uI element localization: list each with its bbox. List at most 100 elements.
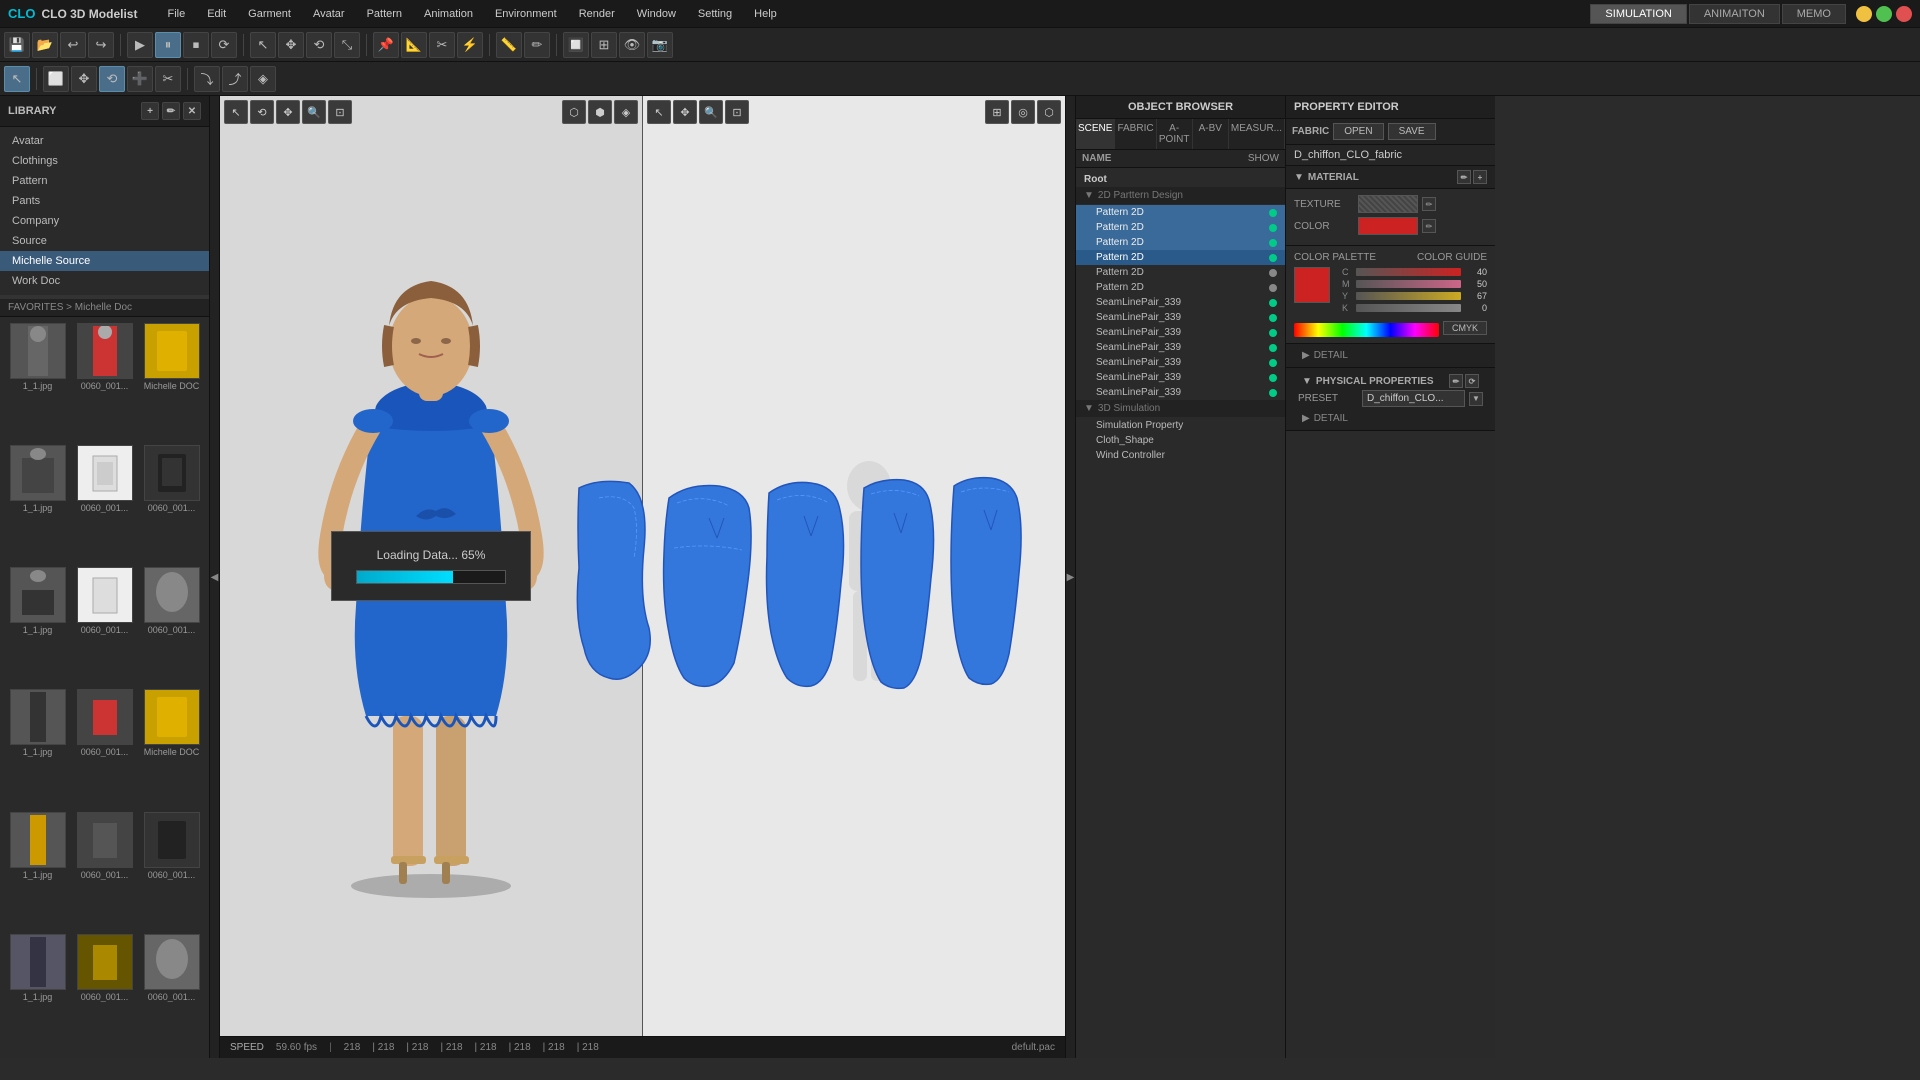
library-edit-btn[interactable]: ✏ <box>162 102 180 120</box>
tree-seam-4[interactable]: SeamLinePair_339 <box>1076 340 1285 355</box>
menu-garment[interactable]: Garment <box>238 4 301 24</box>
material-add-icon[interactable]: + <box>1473 170 1487 184</box>
list-item[interactable]: 1_1.jpg <box>6 934 69 1052</box>
lib-avatar[interactable]: Avatar <box>0 131 209 151</box>
scale-btn[interactable]: ⤡ <box>334 32 360 58</box>
view2d-zoom-btn[interactable]: 🔍 <box>699 100 723 124</box>
pin-btn[interactable]: 📌 <box>373 32 399 58</box>
camera-btn[interactable]: 📷 <box>647 32 673 58</box>
open-btn[interactable]: 📂 <box>32 32 58 58</box>
tree-section-2d[interactable]: ▼ 2D Parttern Design <box>1076 187 1285 205</box>
save-btn[interactable]: 💾 <box>4 32 30 58</box>
tree-section-3d[interactable]: ▼ 3D Simulation <box>1076 400 1285 418</box>
pattern-dart-btn[interactable]: ◈ <box>250 66 276 92</box>
list-item[interactable]: 1_1.jpg <box>6 445 69 563</box>
menu-pattern[interactable]: Pattern <box>357 4 412 24</box>
menu-window[interactable]: Window <box>627 4 686 24</box>
phys-detail-section[interactable]: ▶ DETAIL <box>1294 411 1487 426</box>
view2d-snap-btn[interactable]: ◎ <box>1011 100 1035 124</box>
grid-btn[interactable]: ⊞ <box>591 32 617 58</box>
tab-simulation[interactable]: SIMULATION <box>1590 4 1686 24</box>
texture-edit-icon[interactable]: ✏ <box>1422 197 1436 211</box>
library-add-btn[interactable]: + <box>141 102 159 120</box>
list-item[interactable]: 1_1.jpg <box>6 567 69 685</box>
lib-source[interactable]: Source <box>0 231 209 251</box>
tab-fabric[interactable]: FABRIC <box>1115 119 1156 149</box>
fold-btn[interactable]: 📐 <box>401 32 427 58</box>
list-item[interactable]: Michelle DOC <box>140 689 203 807</box>
list-item[interactable]: 0060_001... <box>73 323 136 441</box>
tree-seam-2[interactable]: SeamLinePair_339 <box>1076 310 1285 325</box>
menu-avatar[interactable]: Avatar <box>303 4 355 24</box>
simulate-btn[interactable]: ▶ <box>127 32 153 58</box>
pattern-move-btn[interactable]: ✥ <box>71 66 97 92</box>
color-edit-icon[interactable]: ✏ <box>1422 219 1436 233</box>
move-btn[interactable]: ✥ <box>278 32 304 58</box>
rotate-btn[interactable]: ⟲ <box>306 32 332 58</box>
lib-pattern[interactable]: Pattern <box>0 171 209 191</box>
list-item[interactable]: 0060_001... <box>140 567 203 685</box>
library-del-btn[interactable]: ✕ <box>183 102 201 120</box>
menu-setting[interactable]: Setting <box>688 4 742 24</box>
undo-btn[interactable]: ↩ <box>60 32 86 58</box>
view2d-grid-btn[interactable]: ⊞ <box>985 100 1009 124</box>
tree-sim-property[interactable]: Simulation Property <box>1076 418 1285 433</box>
menu-animation[interactable]: Animation <box>414 4 483 24</box>
lib-work-doc[interactable]: Work Doc <box>0 271 209 291</box>
lib-pants[interactable]: Pants <box>0 191 209 211</box>
view2d-wire-btn[interactable]: ⬡ <box>1037 100 1061 124</box>
tree-wind-controller[interactable]: Wind Controller <box>1076 448 1285 463</box>
tab-animation[interactable]: ANIMAITON <box>1689 4 1780 24</box>
menu-environment[interactable]: Environment <box>485 4 567 24</box>
list-item[interactable]: 0060_001... <box>73 445 136 563</box>
list-item[interactable]: Michelle DOC <box>140 323 203 441</box>
list-item[interactable]: 0060_001... <box>73 689 136 807</box>
tab-scene[interactable]: SCENE <box>1076 119 1115 149</box>
list-item[interactable]: 0060_001... <box>140 934 203 1052</box>
pattern-cut-btn[interactable]: ✂ <box>155 66 181 92</box>
lib-clothings[interactable]: Clothings <box>0 151 209 171</box>
preset-dropdown[interactable]: D_chiffon_CLO... <box>1362 390 1465 407</box>
tree-cloth-shape[interactable]: Cloth_Shape <box>1076 433 1285 448</box>
view2d-pan-btn[interactable]: ✥ <box>673 100 697 124</box>
cmyk-y-slider[interactable] <box>1356 292 1461 300</box>
phys-edit-icon[interactable]: ✏ <box>1449 374 1463 388</box>
list-item[interactable]: 1_1.jpg <box>6 323 69 441</box>
tree-pattern2d-6[interactable]: Pattern 2D <box>1076 280 1285 295</box>
preset-down-icon[interactable]: ▼ <box>1469 392 1483 406</box>
cmyk-m-slider[interactable] <box>1356 280 1461 288</box>
texture-swatch[interactable] <box>1358 195 1418 213</box>
list-item[interactable]: 0060_001... <box>140 445 203 563</box>
tree-seam-7[interactable]: SeamLinePair_339 <box>1076 385 1285 400</box>
pattern-tuck-btn[interactable]: ⤴ <box>222 66 248 92</box>
tree-root[interactable]: Root <box>1076 172 1285 187</box>
tab-apoint[interactable]: A-POINT <box>1157 119 1193 149</box>
tree-pattern2d-4[interactable]: Pattern 2D <box>1076 250 1285 265</box>
view2d-select-btn[interactable]: ↖ <box>647 100 671 124</box>
redo-btn[interactable]: ↪ <box>88 32 114 58</box>
reset-btn[interactable]: ⟳ <box>211 32 237 58</box>
material-edit-icon[interactable]: ✏ <box>1457 170 1471 184</box>
menu-edit[interactable]: Edit <box>197 4 236 24</box>
list-item[interactable]: 1_1.jpg <box>6 812 69 930</box>
tab-abv[interactable]: A-BV <box>1193 119 1229 149</box>
seam-btn[interactable]: ⚡ <box>457 32 483 58</box>
pattern-rotate-btn[interactable]: ⟲ <box>99 66 125 92</box>
tuck-btn[interactable]: ✂ <box>429 32 455 58</box>
tree-seam-5[interactable]: SeamLinePair_339 <box>1076 355 1285 370</box>
menu-render[interactable]: Render <box>569 4 625 24</box>
view-btn[interactable]: 👁 <box>619 32 645 58</box>
tree-pattern2d-3[interactable]: Pattern 2D <box>1076 235 1285 250</box>
tree-seam-1[interactable]: SeamLinePair_339 <box>1076 295 1285 310</box>
phys-sub-section[interactable]: ▼ PHYSICAL PROPERTIES ✏ ⟳ <box>1294 372 1487 390</box>
menu-file[interactable]: File <box>157 4 195 24</box>
tree-seam-3[interactable]: SeamLinePair_339 <box>1076 325 1285 340</box>
pattern-add-btn[interactable]: ➕ <box>127 66 153 92</box>
cmyk-k-slider[interactable] <box>1356 304 1461 312</box>
color-swatch-large[interactable] <box>1294 267 1330 303</box>
left-collapse-handle[interactable]: ◀ <box>210 96 220 1058</box>
edit2-btn[interactable]: ✏ <box>524 32 550 58</box>
prop-open-btn[interactable]: OPEN <box>1333 123 1383 140</box>
select-btn[interactable]: ↖ <box>250 32 276 58</box>
list-item[interactable]: 0060_001... <box>73 934 136 1052</box>
